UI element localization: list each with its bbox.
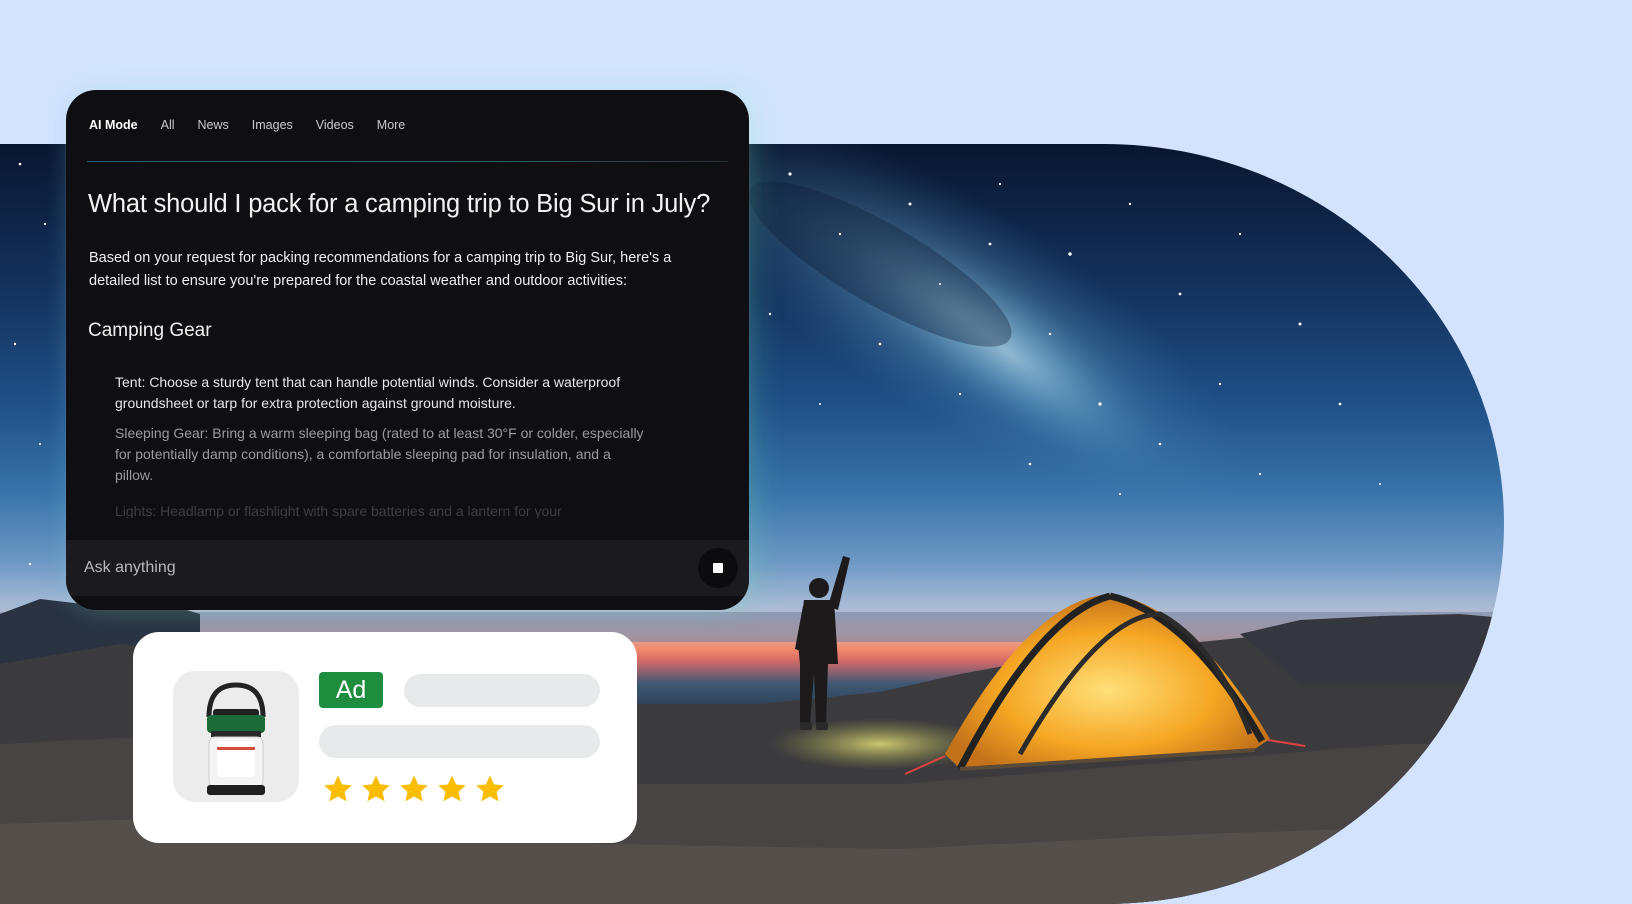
section-heading: Camping Gear (88, 320, 212, 341)
star-icon (438, 775, 466, 802)
tab-all[interactable]: All (161, 118, 175, 132)
tab-videos[interactable]: Videos (316, 118, 354, 132)
ai-mode-panel: AI Mode All News Images Videos More What… (66, 90, 749, 610)
star-icon (324, 775, 352, 802)
ask-input[interactable] (82, 558, 646, 578)
star-icon (362, 775, 390, 802)
tab-ai-mode[interactable]: AI Mode (89, 118, 138, 132)
tab-images[interactable]: Images (252, 118, 293, 132)
ad-badge: Ad (319, 672, 383, 708)
lantern-icon (206, 682, 266, 795)
query-heading: What should I pack for a camping trip to… (88, 190, 711, 218)
title-placeholder (404, 674, 600, 707)
star-icon (400, 775, 428, 802)
answer-intro: Based on your request for packing recomm… (89, 250, 672, 289)
star-icon (476, 775, 504, 802)
search-tabs: AI Mode All News Images Videos More (89, 118, 428, 132)
stop-icon (713, 563, 723, 573)
tab-news[interactable]: News (198, 118, 229, 132)
star-rating (319, 772, 509, 806)
description-placeholder (319, 725, 600, 758)
list-item: Lights: Headlamp or flashlight with spar… (115, 504, 562, 518)
list-item: Tent: Choose a sturdy tent that can hand… (115, 374, 621, 411)
product-image[interactable] (173, 671, 299, 802)
ask-bar (66, 540, 749, 596)
tab-more[interactable]: More (377, 118, 405, 132)
gear-list: Tent: Choose a sturdy tent that can hand… (115, 372, 645, 527)
tabs-divider (87, 161, 728, 162)
list-item: Sleeping Gear: Bring a warm sleeping bag… (115, 425, 644, 483)
stop-button[interactable] (698, 548, 738, 588)
ad-card[interactable]: Ad (133, 632, 637, 843)
